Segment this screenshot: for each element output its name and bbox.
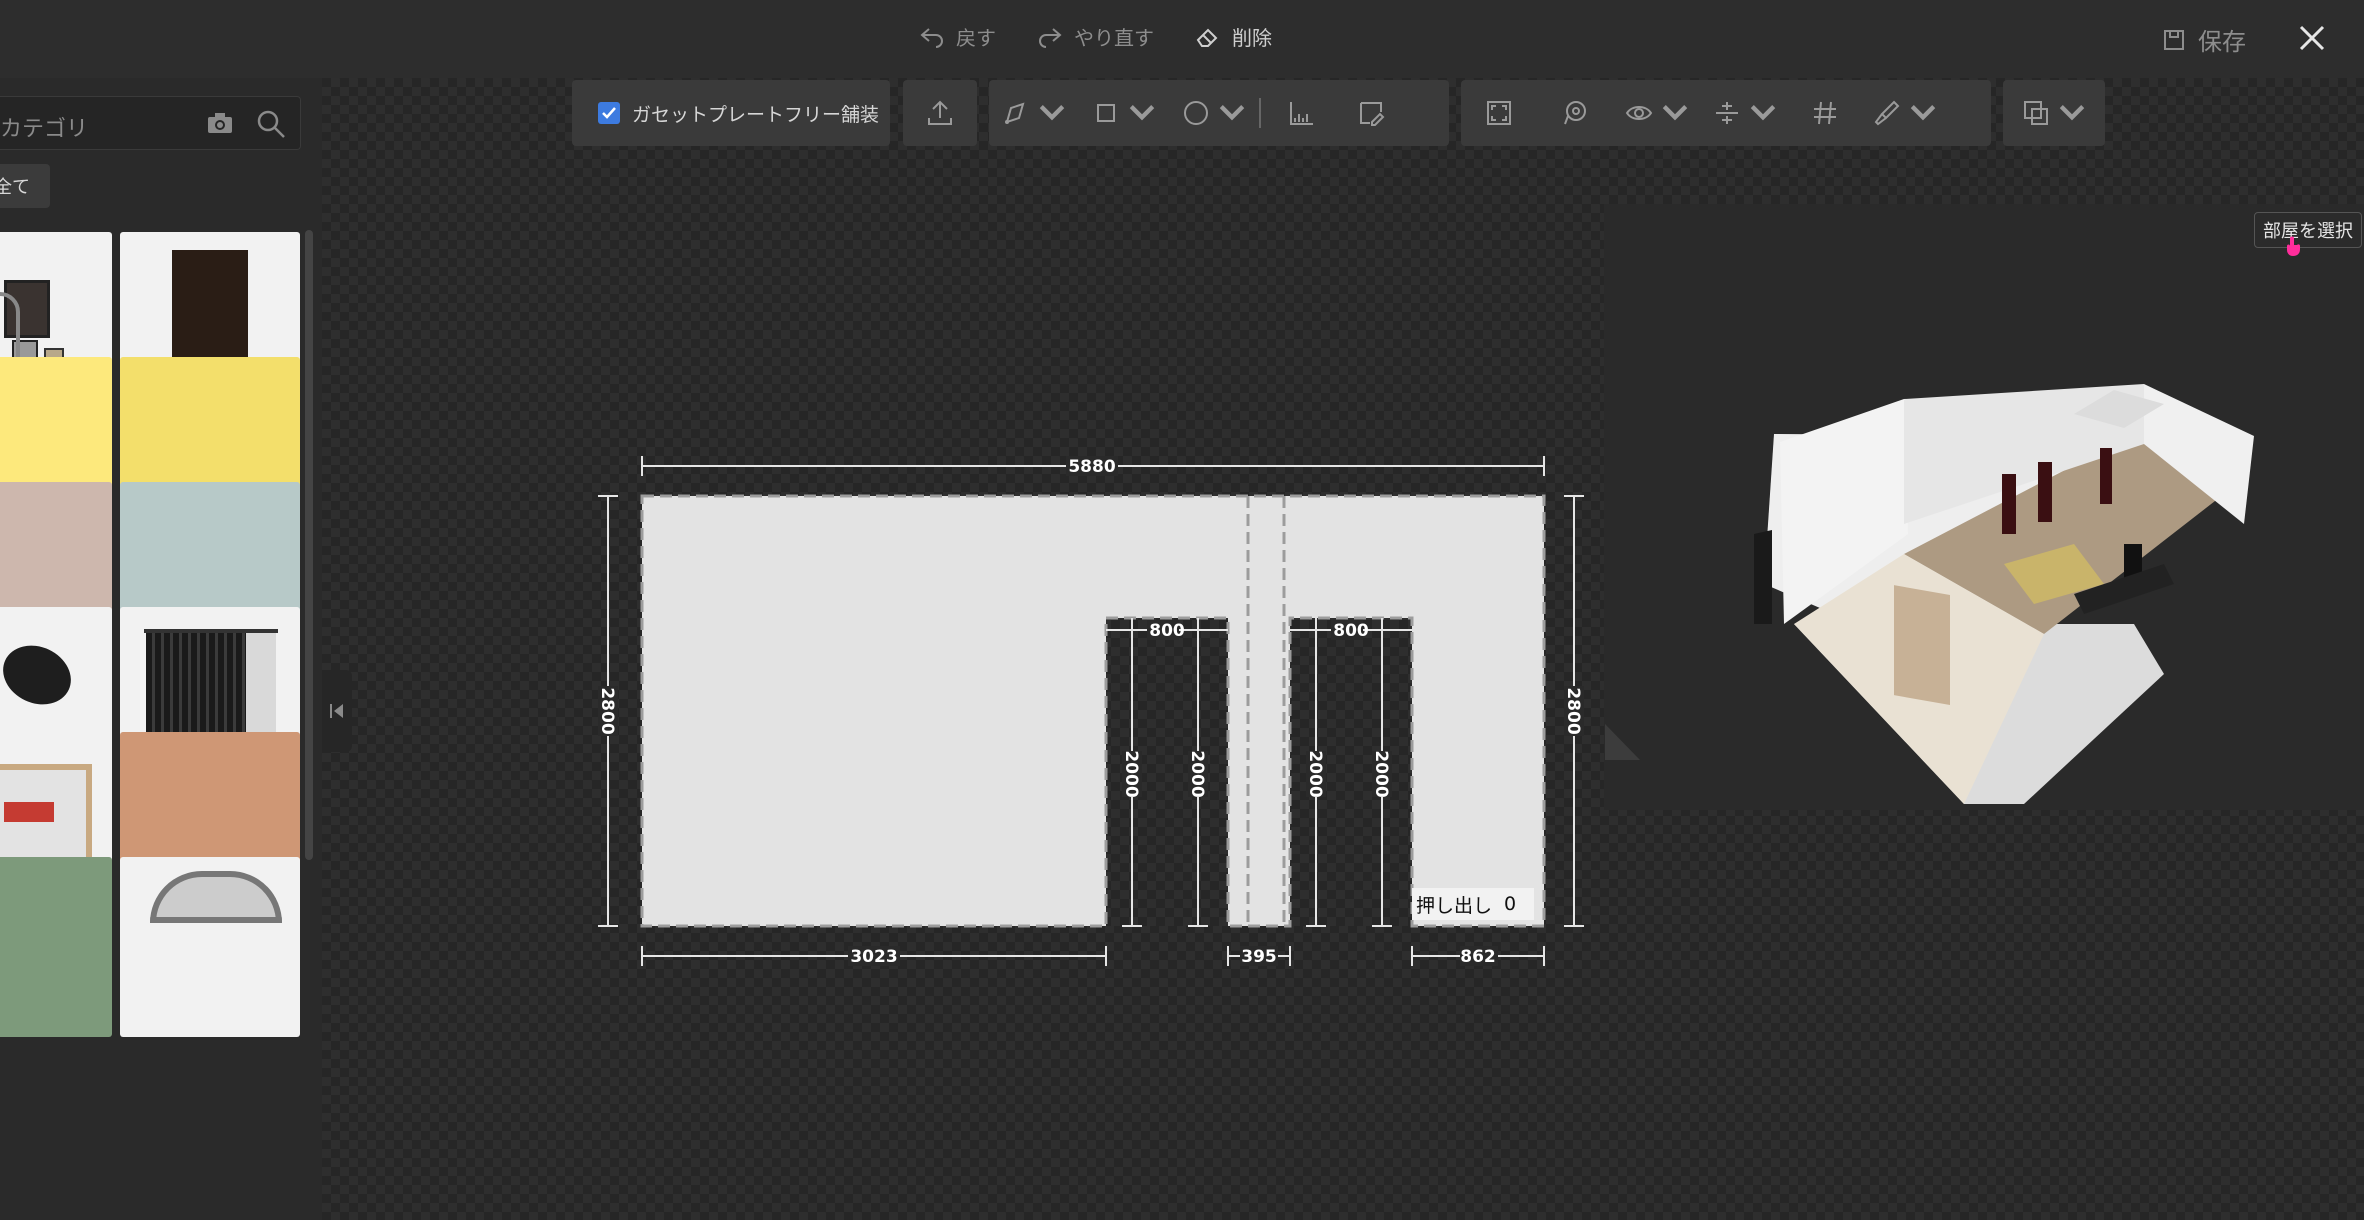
lasso-icon [1564,101,1586,125]
fit-view-button[interactable] [1461,80,1537,146]
search-icon[interactable] [256,109,286,139]
gusset-label: ガセットプレートフリー舗装 [632,103,880,126]
catalog-sidebar: カテゴリ 全て [0,78,322,1220]
catalog-item-mirror[interactable] [120,857,300,1037]
top-bar: 戻す やり直す 削除 保存 [0,0,2364,79]
dim-door2-left-height[interactable]: 2000 [1305,750,1325,797]
circle-icon [1184,101,1208,125]
collapse-left-icon [330,704,343,718]
visibility-button[interactable] [1613,80,1701,146]
search-input[interactable]: カテゴリ [0,111,88,143]
extrude-field[interactable]: 押し出し 0 [1412,888,1534,920]
redo-label: やり直す [1074,26,1154,50]
align-icon [1716,102,1738,124]
layout-button[interactable] [2003,80,2105,146]
save-icon [2164,29,2184,50]
grid-icon [1814,101,1836,125]
3d-preview-panel[interactable] [1604,204,2364,810]
chevron-down-icon [1129,105,1155,121]
grid-button[interactable] [1789,80,1861,146]
save-button[interactable]: 保存 [2160,22,2246,57]
gusset-checkbox[interactable] [598,102,620,124]
chevron-down-icon [1039,105,1065,121]
extrude-label: 押し出し [1416,894,1493,917]
chevron-down-icon [1750,105,1776,121]
ruler-icon [1290,102,1313,125]
gusset-toggle[interactable]: ガセットプレートフリー舗装 [572,80,890,146]
hand-cursor-icon [2287,236,2300,256]
close-button[interactable] [2296,22,2328,54]
3d-room-model[interactable] [1604,204,2364,810]
brush-icon [1874,100,1900,126]
dim-door1-left-height[interactable]: 2000 [1121,750,1141,797]
paint-brush-button[interactable] [1861,80,1949,146]
upload-icon [928,100,952,125]
dim-seg1-width[interactable]: 3023 [850,947,897,967]
rectangle-tool-button[interactable] [1079,80,1169,146]
layers-icon [2024,101,2048,125]
eraser-icon [1196,28,1218,47]
redo-button[interactable]: やり直す [1036,22,1154,51]
measure-tool-button[interactable] [1261,80,1341,146]
dim-seg3-width[interactable]: 862 [1460,947,1496,967]
align-button[interactable] [1701,80,1789,146]
undo-icon [920,27,943,48]
check-icon [602,107,616,119]
edit-area-icon [1360,102,1385,126]
camera-icon[interactable] [206,111,234,135]
category-chip-all[interactable]: 全て [0,164,50,208]
circle-tool-button[interactable] [1169,80,1259,146]
save-label: 保存 [2198,28,2246,56]
dim-door1-right-height[interactable]: 2000 [1187,750,1207,797]
layout-toggle[interactable] [2021,80,2087,146]
delete-button[interactable]: 削除 [1194,22,1272,51]
dim-top-width[interactable]: 5880 [1068,457,1115,477]
pen-tool-button[interactable] [989,80,1079,146]
dim-left-height[interactable]: 2800 [597,687,617,734]
search-box[interactable]: カテゴリ [0,96,301,150]
export-button[interactable] [903,80,977,146]
room-select-label: 部屋を選択 [2263,221,2353,242]
delete-label: 削除 [1232,26,1272,50]
undo-button[interactable]: 戻す [918,22,996,51]
chevron-down-icon [1219,105,1245,121]
chip-label: 全て [0,177,30,198]
draw-tools-group [989,80,1449,146]
undo-label: 戻す [956,26,996,50]
view-tools-group [1461,80,1991,146]
lasso-tool-button[interactable] [1537,80,1613,146]
dim-right-height[interactable]: 2800 [1563,687,1583,734]
dim-door1-width[interactable]: 800 [1149,621,1185,641]
edit-area-button[interactable] [1341,80,1401,146]
dim-door2-width[interactable]: 800 [1333,621,1369,641]
pen-icon [1005,102,1025,124]
room-select-button[interactable]: 部屋を選択 [2254,212,2362,248]
chevron-down-icon [2059,105,2085,121]
extrude-value[interactable]: 0 [1504,893,1516,915]
eye-icon [1625,106,1653,120]
chevron-down-icon [1662,105,1688,121]
rectangle-icon [1097,104,1115,122]
dim-door2-right-height[interactable]: 2000 [1371,750,1391,797]
close-icon [2299,25,2325,51]
collapse-sidebar-button[interactable] [322,670,352,752]
catalog-item-green-paint[interactable] [0,857,112,1037]
sidebar-scrollbar[interactable] [305,230,313,860]
fit-screen-icon [1487,101,1511,125]
redo-icon [1039,27,1062,48]
chevron-down-icon [1910,105,1936,121]
dim-seg2-width[interactable]: 395 [1241,947,1277,967]
